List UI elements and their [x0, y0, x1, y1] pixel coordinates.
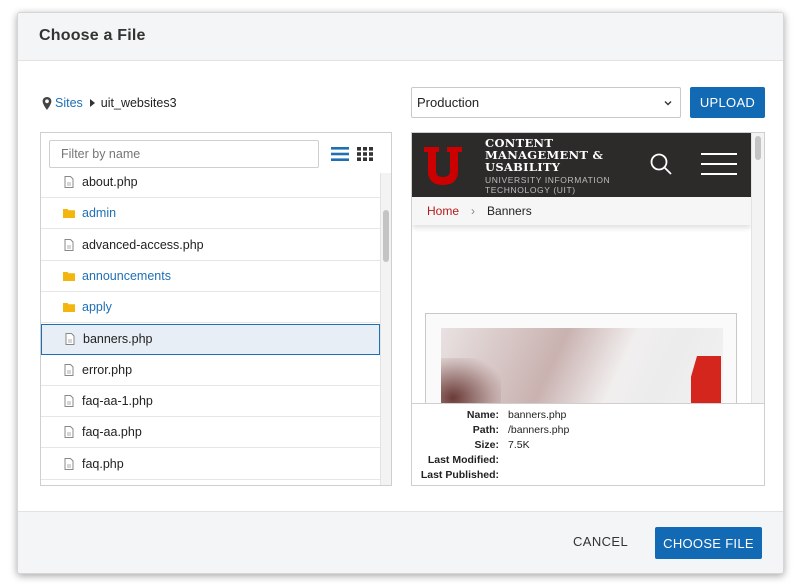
environment-select-value: Production — [417, 95, 480, 110]
meta-size-value: 7.5K — [508, 439, 530, 451]
preview-breadcrumb-home: Home — [427, 204, 460, 218]
list-view-icon[interactable] — [331, 147, 349, 161]
folder-icon — [63, 303, 75, 313]
breadcrumb: Sites uit_websites3 — [42, 96, 177, 110]
file-list-panel: about.php admin advanced-access.php announc… — [40, 132, 392, 486]
preview-site-header: CONTENT MANAGEMENT & USABILITY UNIVERSIT… — [412, 133, 751, 197]
file-row[interactable]: faq.php — [41, 449, 380, 480]
file-icon — [64, 457, 74, 470]
file-name: advanced-access.php — [82, 237, 204, 252]
map-pin-icon — [42, 96, 52, 110]
preview-panel: CONTENT MANAGEMENT & USABILITY UNIVERSIT… — [411, 132, 765, 486]
breadcrumb-current: uit_websites3 — [100, 96, 177, 110]
file-name: banners.php — [83, 332, 153, 346]
folder-icon — [63, 271, 75, 281]
meta-modified-label: Last Modified: — [427, 454, 499, 466]
preview-site-subtitle: UNIVERSITY INFORMATION TECHNOLOGY (UIT) — [485, 175, 610, 195]
dialog-header: Choose a File — [18, 13, 783, 61]
file-name: faq-aa-1.php — [82, 394, 153, 409]
preview-banner-image — [441, 328, 723, 403]
file-name: faq.php — [82, 456, 124, 471]
file-name: faq-aa.php — [82, 425, 142, 440]
file-row[interactable]: faq-aa-1.php — [41, 386, 380, 418]
file-name: error.php — [82, 362, 133, 377]
breadcrumb-sites-link[interactable]: Sites — [55, 96, 83, 110]
dialog-footer: CANCEL CHOOSE FILE — [18, 511, 783, 573]
dialog-title: Choose a File — [39, 27, 146, 44]
meta-row-size: Size: 7.5K — [412, 439, 764, 454]
file-icon — [64, 395, 74, 408]
breadcrumb-separator-icon — [89, 99, 95, 107]
meta-size-label: Size: — [474, 439, 499, 451]
meta-row-name: Name: banners.php — [412, 409, 764, 424]
banner-red-shape — [691, 356, 721, 403]
environment-select[interactable]: Production — [411, 87, 681, 118]
file-row[interactable]: about.php — [41, 173, 380, 198]
preview-breadcrumb-separator: › — [471, 204, 476, 218]
preview-banner-container — [425, 313, 737, 403]
preview-scrollbar[interactable] — [751, 133, 764, 403]
preview-site-title-line: USABILITY — [485, 160, 561, 174]
file-icon — [64, 363, 74, 376]
file-list-scrollbar-thumb[interactable] — [383, 210, 389, 262]
filter-input[interactable] — [49, 140, 319, 168]
cancel-button[interactable]: CANCEL — [573, 534, 628, 549]
folder-row[interactable]: announcements — [41, 261, 380, 292]
preview-breadcrumb: Home › Banners — [412, 197, 751, 225]
file-name: apply — [82, 300, 112, 315]
banner-shadow — [441, 358, 501, 403]
preview-breadcrumb-current: Banners — [487, 204, 532, 218]
file-row[interactable]: banners.php — [41, 323, 380, 355]
page-preview: CONTENT MANAGEMENT & USABILITY UNIVERSIT… — [412, 133, 751, 403]
preview-site-title: CONTENT MANAGEMENT & USABILITY — [485, 137, 603, 173]
choose-file-dialog: Choose a File Sites uit_websites3 Produc… — [17, 12, 784, 574]
preview-site-subtitle-line: TECHNOLOGY (UIT) — [485, 184, 576, 195]
file-name: admin — [82, 206, 117, 221]
file-icon — [64, 176, 74, 188]
meta-published-label: Last Published: — [420, 469, 499, 481]
file-row[interactable]: error.php — [41, 355, 380, 386]
file-row[interactable]: advanced-access.php — [41, 230, 380, 261]
meta-name-label: Name: — [466, 409, 499, 421]
upload-button[interactable]: UPLOAD — [690, 87, 765, 118]
preview-scrollbar-thumb[interactable] — [755, 136, 761, 160]
file-icon — [65, 333, 75, 345]
file-icon — [64, 426, 74, 439]
meta-row-path: Path: /banners.php — [412, 424, 764, 439]
meta-path-label: Path: — [472, 424, 499, 436]
search-icon — [650, 153, 672, 175]
file-list-scrollbar[interactable] — [380, 173, 391, 485]
folder-row[interactable]: apply — [41, 292, 380, 324]
meta-path-value: /banners.php — [508, 424, 570, 436]
file-row[interactable]: faq-aa.php — [41, 417, 380, 449]
file-list: about.php admin advanced-access.php announc… — [41, 173, 380, 485]
university-u-logo-icon — [424, 147, 462, 185]
meta-row-published: Last Published: — [412, 469, 764, 484]
folder-icon — [63, 209, 75, 219]
meta-row-modified: Last Modified: — [412, 454, 764, 469]
choose-file-button[interactable]: CHOOSE FILE — [655, 527, 762, 559]
file-icon — [64, 238, 74, 251]
file-name: about.php — [82, 175, 138, 189]
folder-row[interactable]: admin — [41, 198, 380, 230]
file-metadata: Name: banners.php Path: /banners.php Siz… — [412, 403, 764, 485]
chevron-down-icon — [664, 101, 672, 106]
meta-name-value: banners.php — [508, 409, 567, 421]
hamburger-menu-icon — [701, 153, 737, 175]
file-name: announcements — [82, 268, 171, 283]
grid-view-icon[interactable] — [357, 147, 373, 161]
